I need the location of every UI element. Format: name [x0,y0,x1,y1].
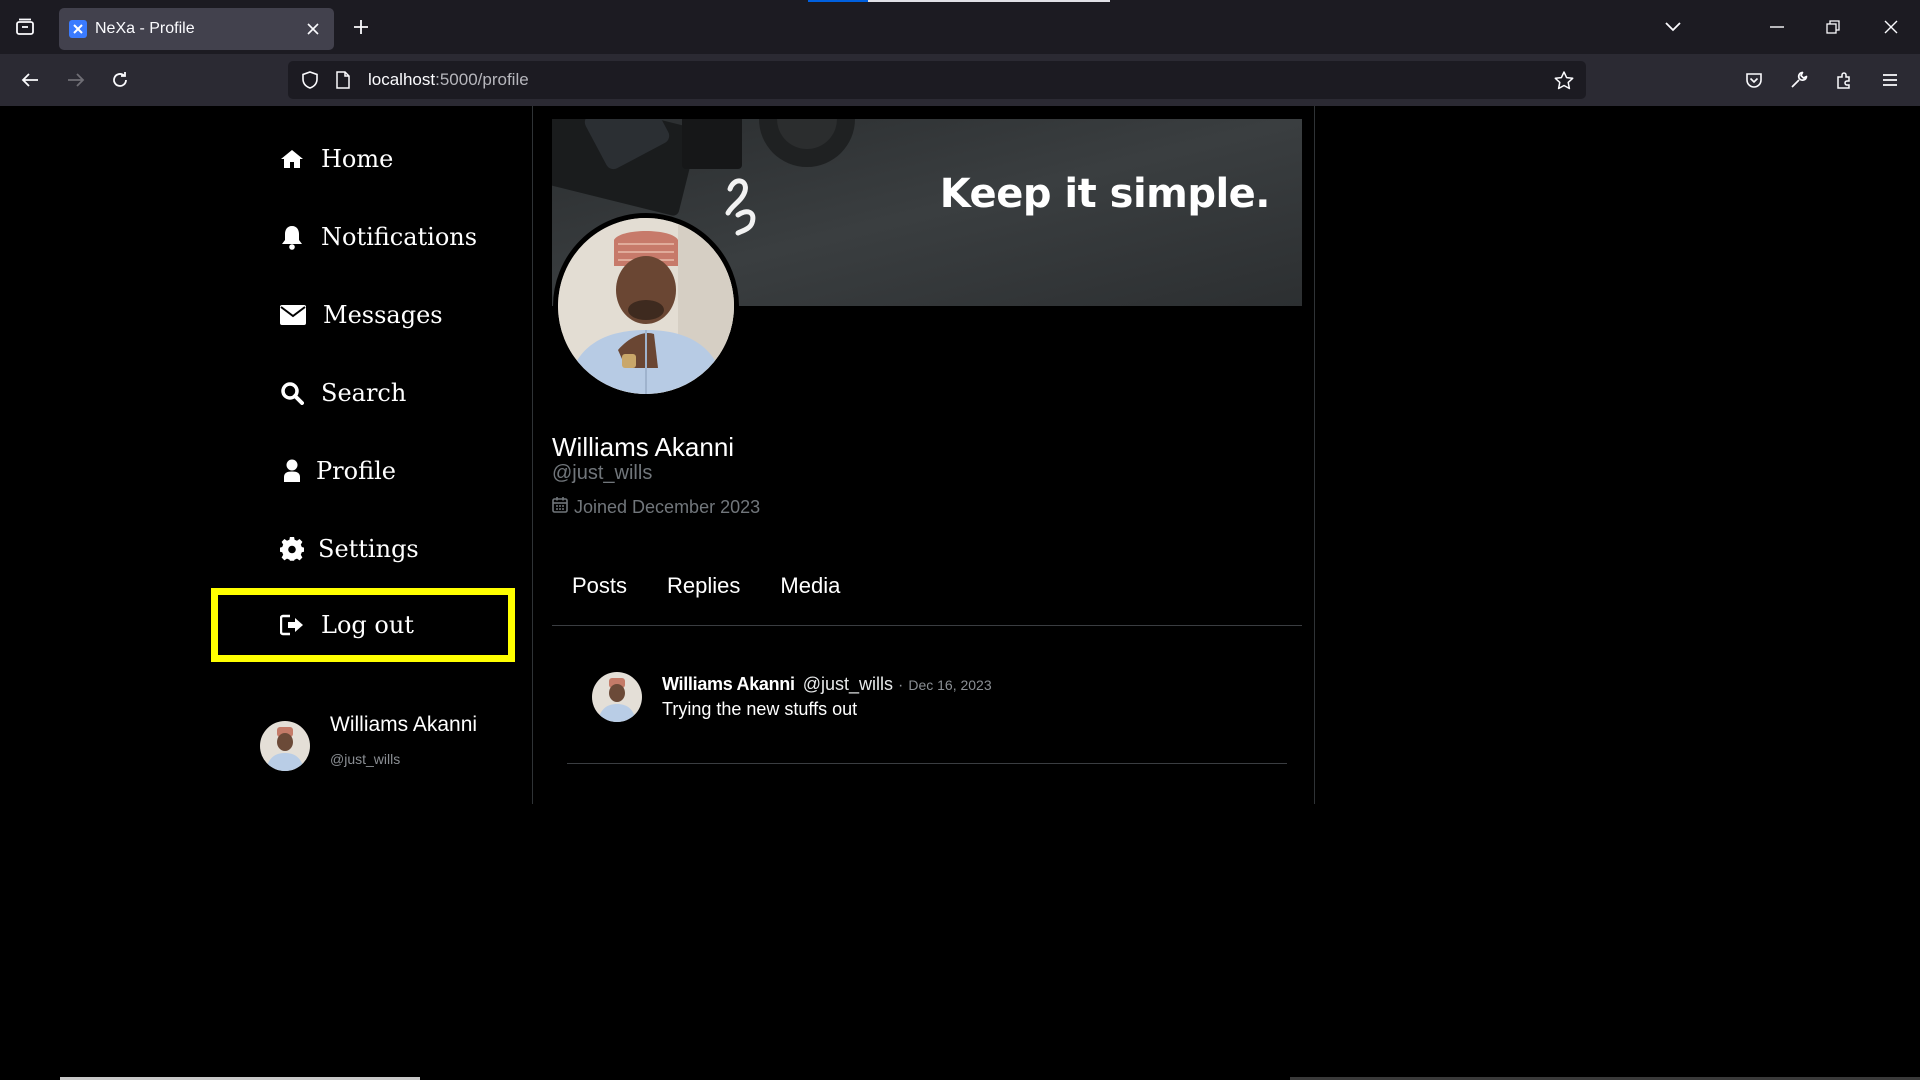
url-text[interactable]: localhost:5000/profile [368,70,529,90]
sidebar-item-notifications[interactable]: Notifications [209,209,477,265]
sign-out-icon [278,611,306,639]
page-content: Home Notifications Messages Search Profi… [0,106,1920,1080]
address-bar[interactable]: localhost:5000/profile [288,61,1586,99]
sidebar-item-label: Log out [321,611,414,639]
loading-indicator [808,0,1110,2]
bookmark-star-icon[interactable] [1548,64,1580,96]
tracking-protection-shield-icon[interactable] [292,62,328,98]
browser-tab-active[interactable]: NeXa - Profile [59,8,334,50]
profile-handle: @just_wills [552,462,653,484]
sidebar-item-profile[interactable]: Profile [209,443,396,499]
envelope-icon [278,301,308,329]
profile-main: Keep it simple. Williams Akanni @just_wi… [534,106,1315,804]
nexa-favicon-icon [69,20,87,38]
profile-joined: Joined December 2023 [552,496,760,518]
sidebar-item-label: Settings [318,535,419,563]
post-date: Dec 16, 2023 [908,677,992,693]
post-separator: · [898,677,904,694]
browser-tab-bar: NeXa - Profile [0,0,1920,54]
browser-nav-bar: localhost:5000/profile [0,54,1920,106]
sidebar-user-card[interactable]: Williams Akanni @just_wills [260,713,520,773]
profile-avatar [553,213,739,399]
profile-name: Williams Akanni [552,432,735,462]
sidebar-item-settings[interactable]: Settings [209,521,419,577]
banner-text: Keep it simple. [939,171,1271,217]
tab-title: NeXa - Profile [95,20,195,37]
sidebar-user-handle: @just_wills [330,751,401,767]
sidebar-item-home[interactable]: Home [209,131,393,187]
sidebar-item-messages[interactable]: Messages [209,287,443,343]
profile-tabs: Posts Replies Media [552,550,1302,626]
tab-media[interactable]: Media [760,550,860,622]
joined-date: Joined December 2023 [574,496,761,517]
hamburger-menu-icon[interactable] [1874,64,1906,96]
post-text: Trying the new stuffs out [662,699,858,719]
avatar [260,721,310,771]
close-window-icon[interactable] [1876,12,1906,42]
list-all-tabs-chevron-down-icon[interactable] [1656,12,1690,42]
home-icon [278,145,306,173]
sidebar-item-label: Messages [323,301,443,329]
wrench-icon[interactable] [1783,64,1815,96]
post-body: Williams Akanni @just_wills · Dec 16, 20… [662,674,992,720]
sidebar-item-search[interactable]: Search [209,365,406,421]
user-icon [278,457,306,485]
close-tab-icon[interactable] [302,18,324,40]
sidebar: Home Notifications Messages Search Profi… [209,106,533,804]
tab-list-icon[interactable] [8,12,42,42]
minimize-icon[interactable] [1762,12,1792,42]
sidebar-item-label: Home [321,145,394,173]
pocket-icon[interactable] [1738,64,1770,96]
search-icon [278,379,306,407]
extensions-puzzle-icon[interactable] [1828,64,1860,96]
reload-icon[interactable] [104,64,136,96]
forward-arrow-icon[interactable] [60,64,92,96]
back-arrow-icon[interactable] [14,64,46,96]
sidebar-item-label: Notifications [321,223,478,251]
sidebar-item-label: Search [321,379,407,407]
restore-icon[interactable] [1818,12,1848,42]
gear-icon [278,535,306,563]
post-avatar[interactable] [592,672,642,722]
calendar-icon [552,496,568,518]
sidebar-item-logout[interactable]: Log out [211,588,515,662]
bell-icon [278,223,306,251]
new-tab-icon[interactable] [344,12,378,42]
tab-posts[interactable]: Posts [552,550,647,622]
tab-replies[interactable]: Replies [647,550,760,622]
page-info-icon[interactable] [328,62,358,98]
post-author-name[interactable]: Williams Akanni [662,674,795,695]
sidebar-user-name: Williams Akanni [330,713,478,736]
post-author-handle[interactable]: @just_wills [803,674,893,695]
sidebar-item-label: Profile [316,457,396,485]
